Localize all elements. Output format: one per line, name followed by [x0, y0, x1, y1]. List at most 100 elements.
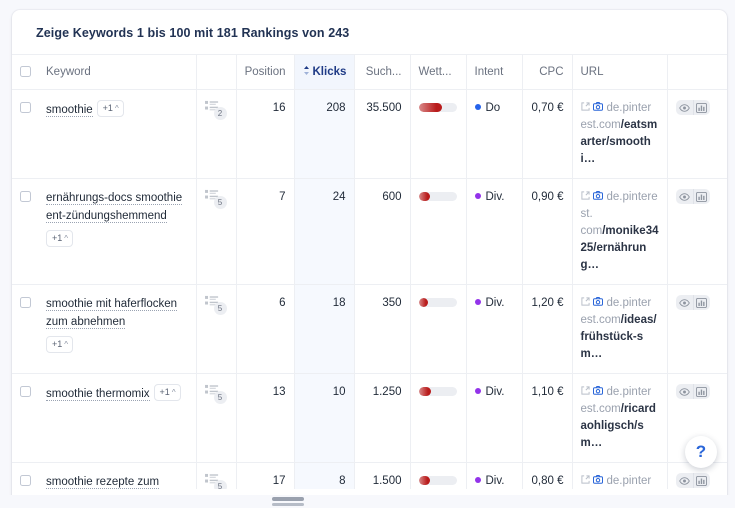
url-line[interactable]: arter/smoothi…	[581, 134, 659, 168]
eye-icon[interactable]	[676, 189, 693, 204]
keyword-expand-badge[interactable]: +1 ^	[46, 230, 74, 247]
url-cell[interactable]: de.pinterest.com/sabinekirchhoffer/s…	[571, 462, 667, 489]
url-line[interactable]: de.pinter	[580, 100, 659, 117]
table-row[interactable]: smoothie +1 ^ 2 16 208 35.500 Do 0,70 € de.pinter…	[12, 89, 727, 179]
keyword-link[interactable]: ernährungs-docs smoothie ent-zündungshem…	[46, 192, 183, 223]
keyword-cell[interactable]: smoothie mit haferflocken zum abnehmen +1…	[38, 284, 196, 374]
url-line[interactable]: frühstück-sm…	[581, 329, 659, 363]
row-action-group[interactable]	[675, 384, 710, 399]
external-link-icon[interactable]	[580, 473, 590, 484]
camera-icon[interactable]	[592, 473, 603, 484]
table-row[interactable]: ernährungs-docs smoothie ent-zündungshem…	[12, 178, 727, 285]
row-checkbox[interactable]	[20, 191, 31, 202]
keyword-cell[interactable]: smoothie +1 ^	[38, 89, 196, 179]
serp-features-cell[interactable]: 5	[195, 284, 236, 374]
row-action-group[interactable]	[675, 100, 710, 115]
help-button[interactable]: ?	[685, 436, 717, 468]
serp-features-icon[interactable]: 5	[204, 189, 231, 209]
header-intent[interactable]: Intent	[465, 54, 522, 90]
serp-features-cell[interactable]: 5	[195, 373, 236, 463]
header-position[interactable]: Position	[235, 54, 294, 90]
header-cpc[interactable]: CPC	[521, 54, 572, 90]
serp-features-cell[interactable]: 2	[195, 89, 236, 179]
serp-features-icon[interactable]: 5	[204, 384, 231, 404]
serp-features-icon[interactable]: 2	[204, 100, 231, 120]
url-icon-group[interactable]	[580, 384, 603, 401]
eye-icon[interactable]	[676, 384, 693, 399]
keyword-expand-badge[interactable]: +1 ^	[46, 336, 74, 353]
bar-chart-icon[interactable]	[692, 189, 710, 204]
url-line[interactable]: de.pinterest.	[581, 189, 659, 223]
keyword-link[interactable]: smoothie rezepte zum abneh-men	[46, 476, 160, 489]
serp-features-icon[interactable]: 5	[204, 473, 231, 489]
horizontal-scrollbar[interactable]	[0, 495, 735, 508]
scrollbar-thumb-shadow[interactable]	[272, 503, 304, 506]
select-all-checkbox[interactable]	[20, 66, 31, 77]
scrollbar-thumb[interactable]	[272, 497, 304, 501]
row-checkbox[interactable]	[20, 475, 31, 486]
row-select-cell[interactable]	[12, 284, 38, 374]
row-checkbox[interactable]	[20, 297, 31, 308]
url-icon-group[interactable]	[580, 189, 603, 206]
serp-features-cell[interactable]: 5	[195, 178, 236, 285]
eye-icon[interactable]	[676, 100, 693, 115]
url-line[interactable]: est.com/eatsm	[581, 117, 659, 134]
external-link-icon[interactable]	[580, 189, 590, 200]
header-search-volume[interactable]: Such...	[353, 54, 410, 90]
url-line[interactable]: 25/ernährung…	[581, 240, 659, 274]
keyword-link[interactable]: smoothie	[46, 104, 93, 117]
bar-chart-icon[interactable]	[692, 100, 710, 115]
url-line[interactable]: aohligsch/sm…	[581, 418, 659, 452]
camera-icon[interactable]	[592, 384, 603, 395]
serp-features-icon[interactable]: 5	[204, 295, 231, 315]
row-select-cell[interactable]	[12, 373, 38, 463]
camera-icon[interactable]	[592, 100, 603, 111]
keyword-cell[interactable]: smoothie thermomix +1 ^	[38, 373, 196, 463]
row-action-group[interactable]	[675, 295, 710, 310]
row-actions-cell[interactable]	[666, 178, 727, 285]
bar-chart-icon[interactable]	[692, 295, 710, 310]
url-line[interactable]: est.com/ricard	[581, 401, 659, 418]
eye-icon[interactable]	[676, 295, 693, 310]
url-icon-group[interactable]	[580, 473, 603, 489]
url-line[interactable]: de.pinter	[580, 384, 659, 401]
row-select-cell[interactable]	[12, 462, 38, 489]
url-line[interactable]: com/monike34	[581, 223, 659, 240]
row-checkbox[interactable]	[20, 386, 31, 397]
row-select-cell[interactable]	[12, 178, 38, 285]
keyword-cell[interactable]: ernährungs-docs smoothie ent-zündungshem…	[38, 178, 196, 285]
bar-chart-icon[interactable]	[692, 473, 710, 488]
keyword-expand-badge[interactable]: +1 ^	[153, 384, 181, 401]
url-cell[interactable]: de.pinter est.com/ricard aohligsch/sm…	[571, 373, 667, 463]
url-icon-group[interactable]	[580, 295, 603, 312]
table-scroll-region[interactable]: Keyword Position Klicks Such... Wett... …	[12, 54, 727, 489]
url-line[interactable]: est.com/ideas/	[581, 312, 659, 329]
bar-chart-icon[interactable]	[692, 384, 710, 399]
url-cell[interactable]: de.pinter est.com/eatsm arter/smoothi…	[571, 89, 667, 179]
table-row[interactable]: smoothie mit haferflocken zum abnehmen +1…	[12, 284, 727, 374]
row-select-cell[interactable]	[12, 89, 38, 179]
keyword-expand-badge[interactable]: +1 ^	[96, 100, 124, 117]
serp-features-cell[interactable]: 5	[195, 462, 236, 489]
row-action-group[interactable]	[675, 473, 710, 488]
header-select-all[interactable]	[12, 54, 38, 90]
header-url[interactable]: URL	[571, 54, 667, 90]
row-checkbox[interactable]	[20, 102, 31, 113]
url-line[interactable]: de.pinter	[580, 295, 659, 312]
row-actions-cell[interactable]	[666, 89, 727, 179]
row-actions-cell[interactable]	[666, 284, 727, 374]
url-cell[interactable]: de.pinterest. com/monike34 25/ernährung…	[571, 178, 667, 285]
keyword-cell[interactable]: smoothie rezepte zum abneh-men+1^	[38, 462, 196, 489]
keyword-link[interactable]: smoothie mit haferflocken zum abnehmen	[46, 298, 178, 329]
url-line[interactable]: de.pinter	[580, 473, 659, 489]
external-link-icon[interactable]	[580, 295, 590, 306]
eye-icon[interactable]	[676, 473, 693, 488]
header-competition[interactable]: Wett...	[409, 54, 466, 90]
keyword-link[interactable]: smoothie thermomix	[46, 388, 150, 401]
external-link-icon[interactable]	[580, 384, 590, 395]
external-link-icon[interactable]	[580, 100, 590, 111]
camera-icon[interactable]	[592, 189, 603, 200]
table-row[interactable]: smoothie thermomix +1 ^ 5 13 10 1.250 Div. 1,10 …	[12, 373, 727, 463]
header-clicks[interactable]: Klicks	[293, 54, 354, 90]
url-icon-group[interactable]	[580, 100, 603, 117]
